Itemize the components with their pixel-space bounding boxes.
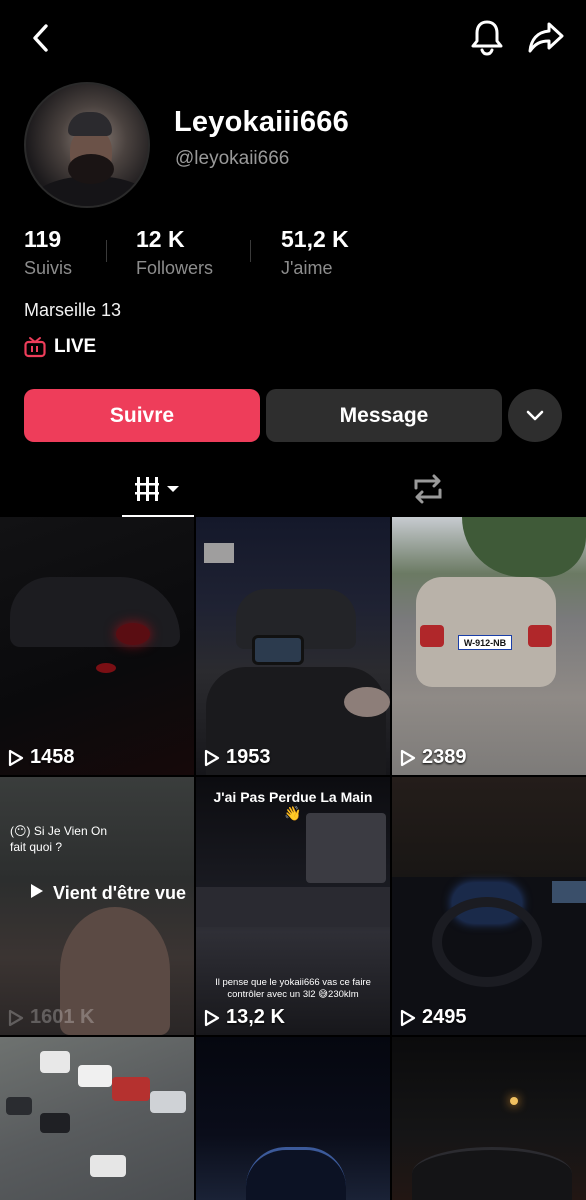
- tail-light: [116, 623, 150, 645]
- view-count-value: 1953: [226, 746, 271, 768]
- video-grid: 1458 1953 W-912-NB 2389 (😶) Si Je Vien O…: [0, 517, 586, 1200]
- stat-followers[interactable]: 12 K Followers: [136, 226, 213, 279]
- view-count: 1458: [8, 746, 75, 769]
- play-icon: [8, 1009, 24, 1026]
- tail-light: [96, 663, 116, 673]
- live-label: LIVE: [54, 336, 97, 357]
- chevron-left-icon: [33, 24, 48, 52]
- video-thumbnail[interactable]: 1953: [196, 517, 390, 775]
- stat-followers-label: Followers: [136, 258, 214, 278]
- steering-wheel: [432, 897, 542, 987]
- parked-car: [40, 1113, 70, 1133]
- top-bar: [0, 0, 586, 80]
- video-thumbnail[interactable]: 2495: [392, 777, 586, 1035]
- play-icon: [31, 884, 43, 898]
- avatar-beard-shape: [68, 154, 114, 184]
- chevron-down-icon: [526, 410, 544, 420]
- username-handle: @leyokaii666: [175, 148, 290, 169]
- recently-watched-label: Vient d'être vue: [30, 883, 190, 904]
- video-overlay-text: (😶) Si Je Vien On fait quoi ?: [10, 824, 107, 854]
- video-caption-bottom: Il pense que le yokaii666 vas ce faire c…: [215, 977, 371, 1000]
- video-caption-top-text: J'ai Pas Perdue La Main: [213, 789, 373, 805]
- live-link[interactable]: LIVE: [24, 336, 96, 358]
- video-thumbnail[interactable]: W-912-NB 2389: [392, 517, 586, 775]
- view-count: 13,2 K: [204, 1006, 285, 1029]
- content-tabs: [0, 460, 586, 518]
- video-caption-top: J'ai Pas Perdue La Main 👋: [196, 789, 390, 822]
- stat-following[interactable]: 119 Suivis: [24, 226, 72, 279]
- stat-likes-count: 51,2 K: [281, 226, 349, 252]
- parked-car: [6, 1097, 32, 1115]
- notifications-button[interactable]: [466, 16, 508, 58]
- message-button[interactable]: Message: [266, 389, 502, 442]
- parked-car: [112, 1077, 150, 1101]
- stat-divider: [106, 240, 107, 262]
- share-button[interactable]: [524, 16, 568, 58]
- parked-car: [78, 1065, 112, 1087]
- dashboard-shape: [412, 1147, 572, 1200]
- stat-followers-count: 12 K: [136, 226, 185, 252]
- play-icon: [400, 1009, 416, 1026]
- play-icon: [400, 749, 416, 766]
- video-thumbnail[interactable]: [392, 1037, 586, 1200]
- dashboard-screen: [252, 635, 304, 665]
- view-count-value: 13,2 K: [226, 1006, 285, 1028]
- tab-reposts[interactable]: [400, 468, 456, 510]
- view-count-value: 1458: [30, 746, 75, 768]
- repost-icon: [414, 474, 442, 504]
- video-thumbnail[interactable]: [196, 1037, 390, 1200]
- street-sign: [204, 543, 234, 563]
- license-plate: W-912-NB: [458, 635, 512, 650]
- street-light: [510, 1097, 518, 1105]
- grid-videos-icon: [135, 477, 179, 501]
- stat-likes: 51,2 K J'aime: [281, 226, 349, 279]
- play-icon: [204, 1009, 220, 1026]
- stat-divider: [250, 240, 251, 262]
- infotainment-screen: [552, 881, 586, 903]
- view-count: 1953: [204, 746, 271, 769]
- stat-likes-label: J'aime: [281, 258, 333, 278]
- tv-live-icon: [24, 337, 46, 358]
- parked-car: [40, 1051, 70, 1073]
- parked-car: [150, 1091, 186, 1113]
- video-caption-top-emoji: 👋: [284, 805, 302, 821]
- play-icon: [204, 749, 220, 766]
- view-count: 2495: [400, 1006, 467, 1029]
- video-thumbnail[interactable]: 1458: [0, 517, 194, 775]
- more-options-button[interactable]: [508, 389, 562, 442]
- video-thumbnail[interactable]: (😶) Si Je Vien On fait quoi ? Vient d'êt…: [0, 777, 194, 1035]
- parked-car: [90, 1155, 126, 1177]
- view-count-value: 2389: [422, 746, 467, 768]
- video-thumbnail[interactable]: J'ai Pas Perdue La Main 👋 Il pense que l…: [196, 777, 390, 1035]
- play-icon: [8, 749, 24, 766]
- video-thumbnail[interactable]: [0, 1037, 194, 1200]
- hand-shape: [344, 687, 390, 717]
- view-count: 2389: [400, 746, 467, 769]
- bio-text: Marseille 13: [24, 300, 122, 320]
- display-name: Leyokaiii666: [174, 106, 349, 138]
- view-count: 1601 K: [8, 1006, 95, 1029]
- tree-shape: [462, 517, 586, 577]
- profile-stats: 119 Suivis 12 K Followers 51,2 K J'aime: [0, 226, 586, 282]
- stat-following-count: 119: [24, 226, 62, 252]
- follow-button[interactable]: Suivre: [24, 389, 260, 442]
- view-count-value: 1601 K: [30, 1006, 95, 1028]
- avatar[interactable]: [24, 82, 150, 208]
- road-shape: [196, 887, 390, 927]
- tail-light: [528, 625, 552, 647]
- car-silhouette: [10, 577, 180, 647]
- view-count-value: 2495: [422, 1006, 467, 1028]
- avatar-cap-shape: [68, 112, 112, 136]
- recently-watched-text: Vient d'être vue: [53, 883, 187, 903]
- truck-shape: [306, 813, 386, 883]
- tail-light: [420, 625, 444, 647]
- bell-icon: [471, 20, 503, 56]
- share-arrow-icon: [528, 22, 564, 53]
- stat-following-label: Suivis: [24, 258, 73, 278]
- instrument-cluster: [246, 1147, 346, 1200]
- tab-videos[interactable]: [122, 460, 194, 518]
- back-button[interactable]: [22, 18, 58, 58]
